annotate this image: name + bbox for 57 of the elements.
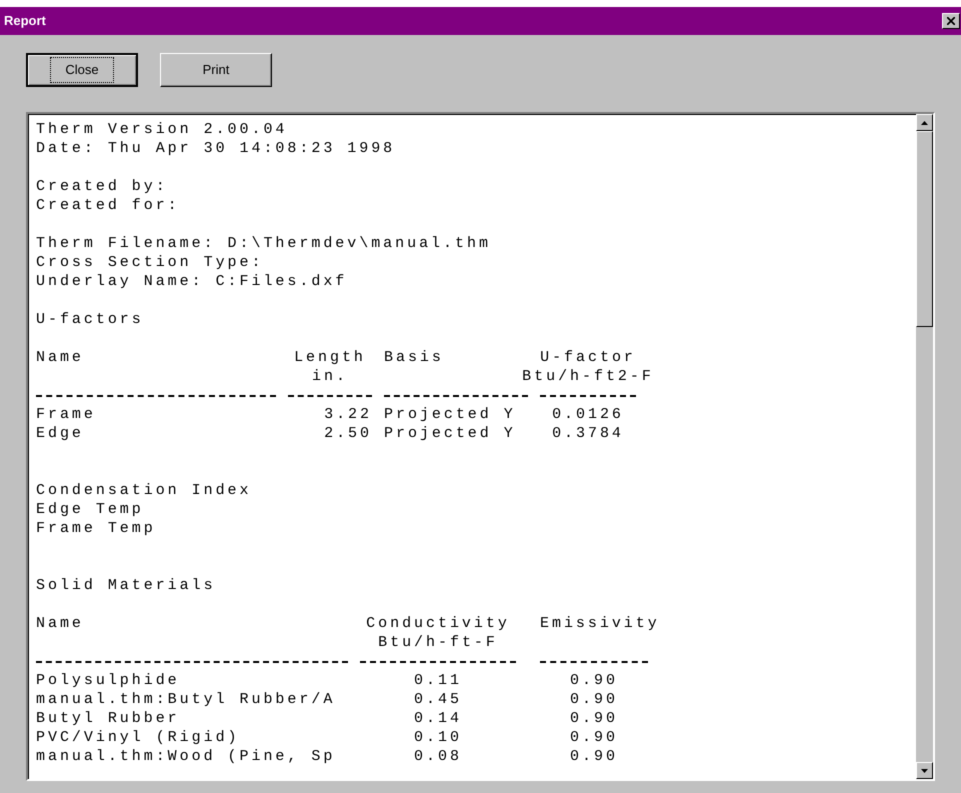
table-cell-text: manual.thm:Butyl Rubber/A	[36, 690, 336, 709]
column-header: U-factor	[540, 348, 636, 367]
table-cell-text: 0.14	[413, 709, 463, 728]
report-line: Created by:	[36, 177, 168, 196]
column-unit: Btu/h-ft2-F	[522, 367, 654, 386]
table-cell-text: Projected Y	[384, 405, 517, 424]
table-cell-text: 0.90	[569, 690, 619, 709]
down-arrow-icon	[921, 768, 928, 772]
report-line: Cross Section Type:	[36, 253, 264, 272]
report-line: Condensation Index	[36, 481, 252, 500]
scroll-down-button[interactable]	[916, 762, 933, 779]
report-line: Created for:	[36, 196, 180, 215]
window-title: Report	[4, 12, 46, 30]
column-header: Name	[36, 614, 84, 633]
scroll-up-button[interactable]	[916, 114, 933, 131]
column-unit: Btu/h-ft-F	[378, 633, 498, 652]
table-cell-text: Butyl Rubber	[36, 709, 181, 728]
table-cell-text: Frame	[36, 405, 97, 424]
report-line: Solid Materials	[36, 576, 216, 595]
table-cell-text: 0.90	[569, 709, 619, 728]
up-arrow-icon	[921, 120, 928, 124]
close-button[interactable]	[942, 13, 960, 29]
column-header: Basis	[384, 348, 444, 367]
column-header: Emissivity	[540, 614, 660, 633]
table-cell-text: 0.10	[413, 728, 463, 747]
close-icon	[947, 17, 955, 25]
report-line: Underlay Name: C:Files.dxf	[36, 272, 348, 291]
table-cell-text: manual.thm:Wood (Pine, Sp	[36, 747, 336, 766]
dialog-button[interactable]: Close	[26, 53, 138, 87]
report-line: Edge Temp	[36, 500, 144, 519]
table-cell-text: 0.45	[413, 690, 463, 709]
report-line: U-factors	[36, 310, 144, 329]
table-cell-text: 0.90	[569, 747, 619, 766]
table-cell-text: 0.11	[413, 671, 463, 690]
report-line: Frame Temp	[36, 519, 156, 538]
column-unit: in.	[312, 367, 348, 386]
table-cell-text: 0.90	[569, 728, 619, 747]
scroll-thumb[interactable]	[916, 131, 933, 327]
dialog-button[interactable]: Print	[160, 53, 272, 87]
report-line: Date: Thu Apr 30 14:08:23 1998	[36, 139, 396, 158]
table-cell-text: 0.3784	[551, 424, 625, 443]
table-cell-text: Polysulphide	[36, 671, 181, 690]
table-cell-text: Edge	[36, 424, 85, 443]
column-header: Conductivity	[366, 614, 510, 633]
table-cell-text: 0.0126	[551, 405, 625, 424]
scrollbar[interactable]	[916, 114, 933, 779]
report-line: Therm Filename: D:\Thermdev\manual.thm	[36, 234, 491, 253]
table-cell-text: 2.50	[323, 424, 372, 443]
table-cell-text: 0.90	[569, 671, 619, 690]
table-cell-text: Projected Y	[384, 424, 517, 443]
report-text-area[interactable]	[26, 112, 935, 781]
column-header: Length	[294, 348, 366, 367]
table-cell-text: 0.08	[413, 747, 463, 766]
column-header: Name	[36, 348, 84, 367]
table-cell-text: 3.22	[323, 405, 372, 424]
report-line: Therm Version 2.00.04	[36, 120, 288, 139]
table-cell-text: PVC/Vinyl (Rigid)	[36, 728, 241, 747]
